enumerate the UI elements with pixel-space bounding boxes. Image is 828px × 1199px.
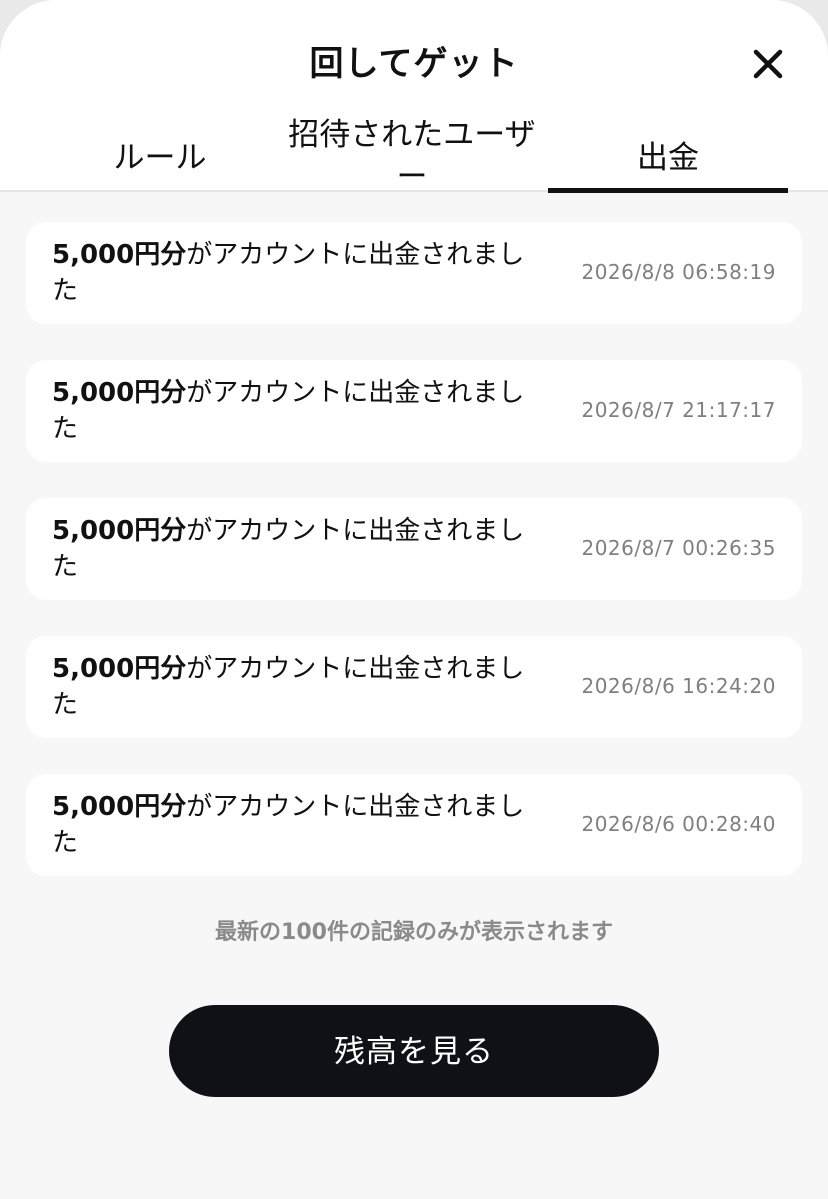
record-datetime: 2026/8/7 00:26:35: [581, 536, 776, 560]
list-item: 5,000円分がアカウントに出金されました 2026/8/6 16:24:20: [26, 636, 802, 738]
record-amount: 5,000円分: [52, 792, 187, 822]
tab-withdrawal[interactable]: 出金: [548, 112, 788, 192]
list-item: 5,000円分がアカウントに出金されました 2026/8/6 00:28:40: [26, 774, 802, 876]
record-message: 5,000円分がアカウントに出金されました: [52, 237, 542, 309]
close-icon: [753, 49, 783, 79]
record-amount: 5,000円分: [52, 654, 187, 684]
record-datetime: 2026/8/6 16:24:20: [581, 674, 776, 698]
list-item: 5,000円分がアカウントに出金されました 2026/8/8 06:58:19: [26, 222, 802, 324]
sheet-header: 回してゲット ルール 招待されたユーザー 出金: [0, 0, 828, 195]
record-amount: 5,000円分: [52, 378, 187, 408]
record-message: 5,000円分がアカウントに出金されました: [52, 789, 542, 861]
list-item: 5,000円分がアカウントに出金されました 2026/8/7 21:17:17: [26, 360, 802, 462]
close-button[interactable]: [744, 40, 792, 88]
active-tab-indicator: [548, 188, 788, 193]
record-message: 5,000円分がアカウントに出金されました: [52, 375, 542, 447]
tab-rules[interactable]: ルール: [60, 112, 260, 192]
list-item: 5,000円分がアカウントに出金されました 2026/8/7 00:26:35: [26, 498, 802, 600]
view-balance-button[interactable]: 残高を見る: [169, 1005, 659, 1097]
tab-invited-users[interactable]: 招待されたユーザー: [280, 112, 544, 195]
record-datetime: 2026/8/8 06:58:19: [581, 260, 776, 284]
record-message: 5,000円分がアカウントに出金されました: [52, 513, 542, 585]
record-datetime: 2026/8/7 21:17:17: [581, 398, 776, 422]
record-amount: 5,000円分: [52, 240, 187, 270]
withdrawal-record-list: 5,000円分がアカウントに出金されました 2026/8/8 06:58:19 …: [26, 222, 802, 912]
records-limit-note: 最新の100件の記録のみが表示されます: [215, 920, 613, 945]
record-datetime: 2026/8/6 00:28:40: [581, 812, 776, 836]
bottom-sheet: 回してゲット ルール 招待されたユーザー 出金 5,000円分がアカウントに出金…: [0, 0, 828, 1199]
record-amount: 5,000円分: [52, 516, 187, 546]
record-message: 5,000円分がアカウントに出金されました: [52, 651, 542, 723]
page-title: 回してゲット: [309, 44, 519, 84]
